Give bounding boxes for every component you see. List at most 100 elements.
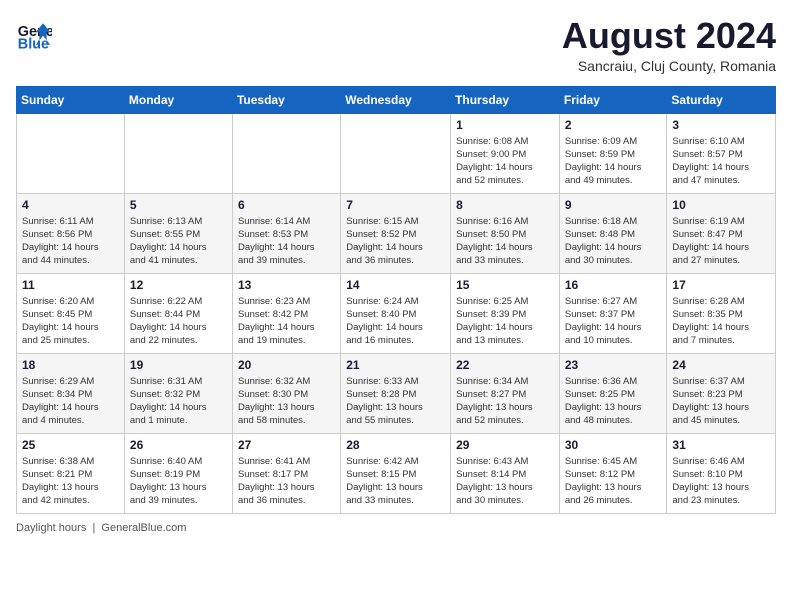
day-number: 3 — [672, 118, 770, 132]
calendar-day-cell: 18Sunrise: 6:29 AM Sunset: 8:34 PM Dayli… — [17, 353, 125, 433]
day-info: Sunrise: 6:37 AM Sunset: 8:23 PM Dayligh… — [672, 375, 770, 428]
day-info: Sunrise: 6:16 AM Sunset: 8:50 PM Dayligh… — [456, 215, 554, 268]
day-number: 28 — [346, 438, 445, 452]
day-info: Sunrise: 6:42 AM Sunset: 8:15 PM Dayligh… — [346, 455, 445, 508]
day-info: Sunrise: 6:36 AM Sunset: 8:25 PM Dayligh… — [565, 375, 662, 428]
calendar-day-cell: 28 Sunrise: 6:42 AM Sunset: 8:15 PM Dayli… — [341, 433, 451, 513]
footer: Daylight hours | GeneralBlue.com — [16, 522, 776, 534]
calendar-day-cell: 12Sunrise: 6:22 AM Sunset: 8:44 PM Dayli… — [124, 273, 232, 353]
day-info: Sunrise: 6:13 AM Sunset: 8:55 PM Dayligh… — [130, 215, 227, 268]
title-area: August 2024 Sancraiu, Cluj County, Roman… — [562, 16, 776, 74]
svg-text:Blue: Blue — [18, 36, 49, 52]
calendar-day-cell: 10 Sunrise: 6:19 AM Sunset: 8:47 PM Dayli… — [667, 193, 776, 273]
calendar-day-cell: 5 Sunrise: 6:13 AM Sunset: 8:55 PM Daylig… — [124, 193, 232, 273]
day-number: 13 — [238, 278, 335, 292]
day-info: Sunrise: 6:15 AM Sunset: 8:52 PM Dayligh… — [346, 215, 445, 268]
day-number: 17 — [672, 278, 770, 292]
day-info: Sunrise: 6:33 AM Sunset: 8:28 PM Dayligh… — [346, 375, 445, 428]
calendar-day-cell — [341, 113, 451, 193]
calendar-week-row: 11 Sunrise: 6:20 AM Sunset: 8:45 PM Dayli… — [17, 273, 776, 353]
calendar-week-row: 1Sunrise: 6:08 AM Sunset: 9:00 PM Daylig… — [17, 113, 776, 193]
day-number: 31 — [672, 438, 770, 452]
day-info: Sunrise: 6:10 AM Sunset: 8:57 PM Dayligh… — [672, 135, 770, 188]
day-number: 30 — [565, 438, 662, 452]
day-number: 2 — [565, 118, 662, 132]
day-number: 12 — [130, 278, 227, 292]
day-info: Sunrise: 6:28 AM Sunset: 8:35 PM Dayligh… — [672, 295, 770, 348]
calendar-table: SundayMondayTuesdayWednesdayThursdayFrid… — [16, 86, 776, 514]
calendar-day-cell: 30Sunrise: 6:45 AM Sunset: 8:12 PM Dayli… — [559, 433, 667, 513]
day-info: Sunrise: 6:20 AM Sunset: 8:45 PM Dayligh… — [22, 295, 119, 348]
day-number: 10 — [672, 198, 770, 212]
calendar-week-row: 4Sunrise: 6:11 AM Sunset: 8:56 PM Daylig… — [17, 193, 776, 273]
day-number: 29 — [456, 438, 554, 452]
calendar-day-header: Wednesday — [341, 86, 451, 113]
day-number: 23 — [565, 358, 662, 372]
day-info: Sunrise: 6:09 AM Sunset: 8:59 PM Dayligh… — [565, 135, 662, 188]
day-number: 20 — [238, 358, 335, 372]
day-number: 22 — [456, 358, 554, 372]
calendar-day-cell: 21 Sunrise: 6:33 AM Sunset: 8:28 PM Dayli… — [341, 353, 451, 433]
calendar-day-cell: 16 Sunrise: 6:27 AM Sunset: 8:37 PM Dayli… — [559, 273, 667, 353]
calendar-day-cell: 6 Sunrise: 6:14 AM Sunset: 8:53 PM Daylig… — [232, 193, 340, 273]
day-number: 16 — [565, 278, 662, 292]
calendar-day-cell: 11 Sunrise: 6:20 AM Sunset: 8:45 PM Dayli… — [17, 273, 125, 353]
day-info: Sunrise: 6:31 AM Sunset: 8:32 PM Dayligh… — [130, 375, 227, 428]
calendar-day-cell: 31Sunrise: 6:46 AM Sunset: 8:10 PM Dayli… — [667, 433, 776, 513]
calendar-day-header: Tuesday — [232, 86, 340, 113]
calendar-week-row: 18Sunrise: 6:29 AM Sunset: 8:34 PM Dayli… — [17, 353, 776, 433]
day-info: Sunrise: 6:41 AM Sunset: 8:17 PM Dayligh… — [238, 455, 335, 508]
calendar-day-header: Friday — [559, 86, 667, 113]
calendar-day-cell: 24 Sunrise: 6:37 AM Sunset: 8:23 PM Dayli… — [667, 353, 776, 433]
day-info: Sunrise: 6:23 AM Sunset: 8:42 PM Dayligh… — [238, 295, 335, 348]
day-number: 21 — [346, 358, 445, 372]
day-info: Sunrise: 6:29 AM Sunset: 8:34 PM Dayligh… — [22, 375, 119, 428]
calendar-day-cell: 2 Sunrise: 6:09 AM Sunset: 8:59 PM Daylig… — [559, 113, 667, 193]
day-number: 7 — [346, 198, 445, 212]
day-info: Sunrise: 6:24 AM Sunset: 8:40 PM Dayligh… — [346, 295, 445, 348]
day-info: Sunrise: 6:38 AM Sunset: 8:21 PM Dayligh… — [22, 455, 119, 508]
day-number: 15 — [456, 278, 554, 292]
day-number: 25 — [22, 438, 119, 452]
calendar-day-header: Monday — [124, 86, 232, 113]
day-info: Sunrise: 6:19 AM Sunset: 8:47 PM Dayligh… — [672, 215, 770, 268]
calendar-day-cell — [232, 113, 340, 193]
calendar-day-cell: 14 Sunrise: 6:24 AM Sunset: 8:40 PM Dayli… — [341, 273, 451, 353]
month-title: August 2024 — [562, 16, 776, 56]
day-number: 14 — [346, 278, 445, 292]
day-info: Sunrise: 6:14 AM Sunset: 8:53 PM Dayligh… — [238, 215, 335, 268]
logo: General Blue — [16, 16, 52, 52]
calendar-day-cell: 27 Sunrise: 6:41 AM Sunset: 8:17 PM Dayli… — [232, 433, 340, 513]
day-number: 5 — [130, 198, 227, 212]
day-number: 6 — [238, 198, 335, 212]
calendar-day-cell: 25 Sunrise: 6:38 AM Sunset: 8:21 PM Dayli… — [17, 433, 125, 513]
logo-icon: General Blue — [16, 16, 52, 52]
calendar-header-row: SundayMondayTuesdayWednesdayThursdayFrid… — [17, 86, 776, 113]
calendar-day-cell: 20 Sunrise: 6:32 AM Sunset: 8:30 PM Dayli… — [232, 353, 340, 433]
calendar-day-cell — [124, 113, 232, 193]
day-info: Sunrise: 6:18 AM Sunset: 8:48 PM Dayligh… — [565, 215, 662, 268]
calendar-day-header: Thursday — [451, 86, 560, 113]
day-number: 8 — [456, 198, 554, 212]
calendar-day-cell: 22 Sunrise: 6:34 AM Sunset: 8:27 PM Dayli… — [451, 353, 560, 433]
calendar-day-cell: 4Sunrise: 6:11 AM Sunset: 8:56 PM Daylig… — [17, 193, 125, 273]
daylight-hours-label: Daylight hours — [16, 522, 86, 534]
calendar-day-cell: 13 Sunrise: 6:23 AM Sunset: 8:42 PM Dayli… — [232, 273, 340, 353]
day-info: Sunrise: 6:34 AM Sunset: 8:27 PM Dayligh… — [456, 375, 554, 428]
day-number: 24 — [672, 358, 770, 372]
calendar-day-cell: 1Sunrise: 6:08 AM Sunset: 9:00 PM Daylig… — [451, 113, 560, 193]
day-info: Sunrise: 6:27 AM Sunset: 8:37 PM Dayligh… — [565, 295, 662, 348]
day-info: Sunrise: 6:11 AM Sunset: 8:56 PM Dayligh… — [22, 215, 119, 268]
source-label: GeneralBlue.com — [101, 522, 186, 534]
calendar-day-cell: 23 Sunrise: 6:36 AM Sunset: 8:25 PM Dayli… — [559, 353, 667, 433]
day-number: 27 — [238, 438, 335, 452]
calendar-day-cell: 26Sunrise: 6:40 AM Sunset: 8:19 PM Dayli… — [124, 433, 232, 513]
day-info: Sunrise: 6:25 AM Sunset: 8:39 PM Dayligh… — [456, 295, 554, 348]
calendar-day-cell: 19Sunrise: 6:31 AM Sunset: 8:32 PM Dayli… — [124, 353, 232, 433]
page-header: General Blue August 2024 Sancraiu, Cluj … — [16, 16, 776, 74]
calendar-day-header: Sunday — [17, 86, 125, 113]
day-info: Sunrise: 6:32 AM Sunset: 8:30 PM Dayligh… — [238, 375, 335, 428]
day-number: 11 — [22, 278, 119, 292]
calendar-day-cell: 9Sunrise: 6:18 AM Sunset: 8:48 PM Daylig… — [559, 193, 667, 273]
day-info: Sunrise: 6:40 AM Sunset: 8:19 PM Dayligh… — [130, 455, 227, 508]
